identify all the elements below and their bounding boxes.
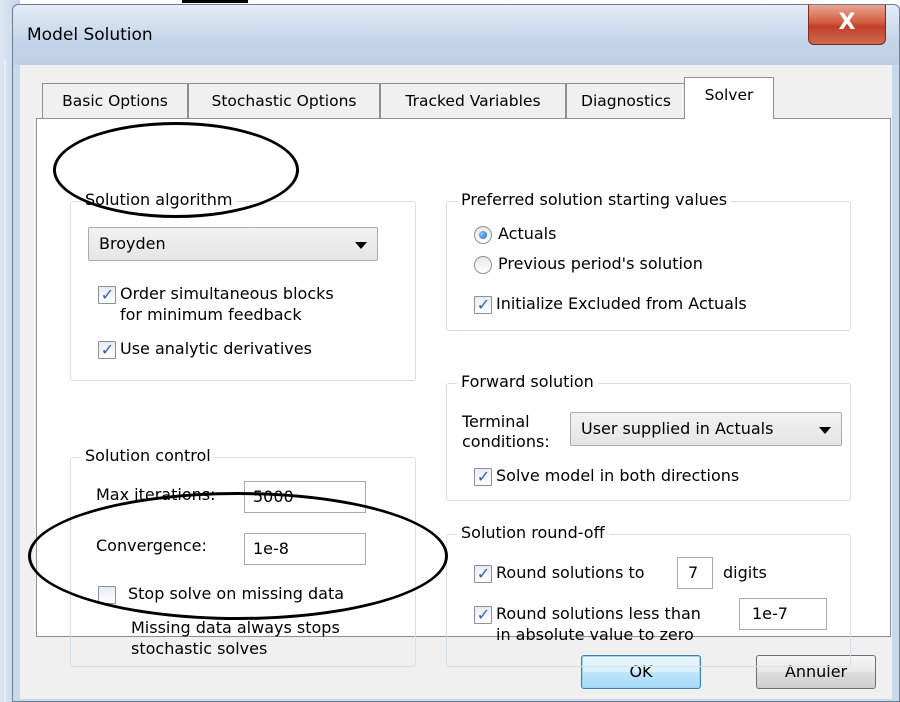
max-iterations-label: Max iterations: xyxy=(96,485,216,504)
stop-on-missing-label: Stop solve on missing data xyxy=(128,584,345,603)
radio-actuals-label: Actuals xyxy=(498,224,557,243)
top-mark xyxy=(182,0,248,3)
terminal-label-2: conditions: xyxy=(462,432,550,451)
round-threshold-field[interactable]: 1e-7 xyxy=(739,598,827,630)
both-directions-checkbox[interactable]: ✓ xyxy=(474,467,492,486)
both-directions-label: Solve model in both directions xyxy=(496,466,740,485)
title-bar[interactable]: Model Solution X xyxy=(13,5,899,65)
forward-solution-legend: Forward solution xyxy=(457,372,598,391)
chevron-down-icon xyxy=(819,427,831,434)
initialize-excluded-checkbox[interactable]: ✓ xyxy=(474,295,492,314)
solution-control-group: Solution control Max iterations: 5000 Co… xyxy=(70,446,416,667)
initialize-excluded-label: Initialize Excluded from Actuals xyxy=(496,294,747,313)
dialog-client: Basic Options Stochastic Options Tracked… xyxy=(20,65,892,699)
tab-diagnostics[interactable]: Diagnostics xyxy=(566,83,686,118)
round-digits-label: digits xyxy=(723,563,767,582)
max-iterations-field[interactable]: 5000 xyxy=(244,481,366,513)
solution-control-legend: Solution control xyxy=(81,446,215,465)
check-icon: ✓ xyxy=(476,564,491,583)
radio-selected-dot xyxy=(479,231,487,239)
order-blocks-label-2: for minimum feedback xyxy=(120,305,302,324)
round-less-label-1: Round solutions less than xyxy=(496,604,701,623)
starting-values-legend: Preferred solution starting values xyxy=(457,190,732,209)
check-icon: ✓ xyxy=(100,340,115,359)
analytic-derivatives-checkbox[interactable]: ✓ xyxy=(98,340,116,359)
tab-tracked-variables[interactable]: Tracked Variables xyxy=(380,83,566,118)
convergence-label: Convergence: xyxy=(96,536,207,555)
radio-actuals[interactable] xyxy=(474,226,492,244)
round-less-checkbox[interactable]: ✓ xyxy=(474,605,492,624)
close-icon: X xyxy=(838,10,856,35)
solution-algorithm-legend: Solution algorithm xyxy=(81,190,237,209)
solver-tab-panel: Solution algorithm Broyden ✓ Order simul… xyxy=(36,118,891,667)
round-off-legend: Solution round-off xyxy=(457,523,609,542)
terminal-label-1: Terminal xyxy=(462,412,530,431)
close-button[interactable]: X xyxy=(808,5,886,45)
round-to-checkbox[interactable]: ✓ xyxy=(474,564,492,583)
check-icon: ✓ xyxy=(476,295,491,314)
missing-data-note-2: stochastic solves xyxy=(131,639,268,658)
convergence-field[interactable]: 1e-8 xyxy=(244,533,366,565)
analytic-derivatives-label: Use analytic derivatives xyxy=(120,339,312,358)
round-to-label: Round solutions to xyxy=(496,563,645,582)
order-blocks-checkbox[interactable]: ✓ xyxy=(98,285,116,304)
radio-previous-period[interactable] xyxy=(474,256,492,274)
check-icon: ✓ xyxy=(476,605,491,624)
stop-on-missing-checkbox[interactable] xyxy=(98,586,116,604)
solution-algorithm-value: Broyden xyxy=(99,234,166,253)
tab-solver[interactable]: Solver xyxy=(684,77,774,119)
forward-solution-group: Forward solution Terminal conditions: Us… xyxy=(446,372,851,501)
model-solution-dialog: Model Solution X Basic Options Stochasti… xyxy=(12,4,900,702)
order-blocks-label-1: Order simultaneous blocks xyxy=(120,284,334,303)
check-icon: ✓ xyxy=(100,285,115,304)
tab-basic-options[interactable]: Basic Options xyxy=(42,83,188,118)
missing-data-note-1: Missing data always stops xyxy=(131,618,340,637)
terminal-conditions-select[interactable]: User supplied in Actuals xyxy=(570,412,842,446)
solution-algorithm-group: Solution algorithm Broyden ✓ Order simul… xyxy=(70,190,416,381)
solution-algorithm-select[interactable]: Broyden xyxy=(88,227,378,261)
radio-previous-period-label: Previous period's solution xyxy=(498,254,703,273)
round-digits-field[interactable]: 7 xyxy=(677,557,713,589)
chevron-down-icon xyxy=(355,242,367,249)
tab-stochastic-options[interactable]: Stochastic Options xyxy=(188,83,380,118)
starting-values-group: Preferred solution starting values Actua… xyxy=(446,190,851,331)
round-off-group: Solution round-off ✓ Round solutions to … xyxy=(446,523,851,667)
check-icon: ✓ xyxy=(476,467,491,486)
window-title: Model Solution xyxy=(27,25,153,45)
round-less-label-2: in absolute value to zero xyxy=(496,625,694,644)
terminal-conditions-value: User supplied in Actuals xyxy=(581,419,774,438)
